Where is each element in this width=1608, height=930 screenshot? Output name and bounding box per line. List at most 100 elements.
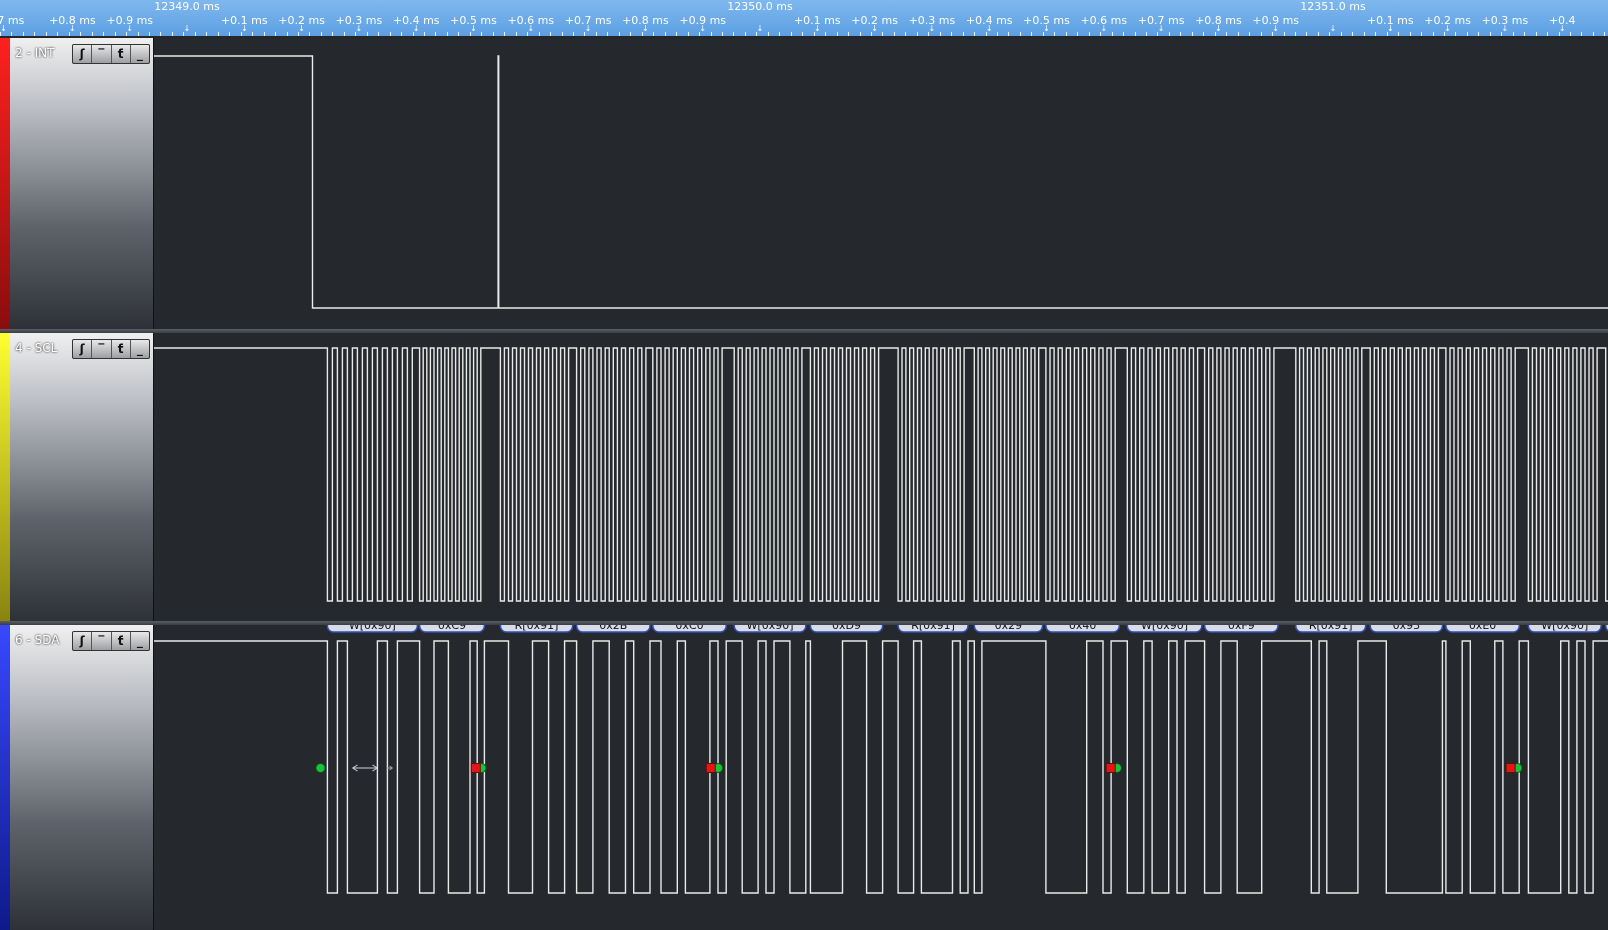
ruler-tick-arrow-icon: ↓ bbox=[1272, 24, 1280, 33]
ruler-minor-tick bbox=[893, 32, 895, 36]
ruler-tick-arrow-icon: ↓ bbox=[1215, 24, 1222, 33]
waveform-area-scl[interactable] bbox=[154, 333, 1608, 621]
decoded-frame-pill[interactable]: 0xC9 bbox=[418, 625, 486, 633]
ruler-minor-tick bbox=[1019, 32, 1021, 36]
trigger-selector: ʃ ‾ ƭ _ bbox=[72, 339, 150, 359]
ruler-minor-tick bbox=[1432, 32, 1434, 36]
ruler-minor-tick bbox=[1443, 32, 1445, 36]
decoded-frame-pill[interactable]: 0xD9 bbox=[809, 625, 884, 633]
decoded-frame-pill[interactable]: R[0x91] bbox=[499, 625, 574, 633]
decoded-frame-pill[interactable]: W[0x90] bbox=[733, 625, 807, 633]
falling-edge-trigger-icon[interactable]: ƭ bbox=[112, 340, 131, 358]
ruler-minor-tick bbox=[229, 32, 231, 36]
decoded-frame-pill[interactable]: 0x29 bbox=[973, 625, 1044, 633]
ruler-minor-tick bbox=[1077, 32, 1079, 36]
ruler-minor-tick bbox=[1283, 32, 1285, 36]
decoded-frame-pill[interactable]: W[0x90] bbox=[1126, 625, 1203, 633]
ruler-minor-tick bbox=[206, 32, 208, 36]
decoded-frame-pill[interactable]: W[0x90] bbox=[1527, 625, 1602, 633]
ruler-minor-tick bbox=[664, 32, 666, 36]
ruler-minor-tick bbox=[435, 32, 437, 36]
ruler-minor-tick bbox=[527, 32, 529, 36]
ruler-minor-tick bbox=[561, 32, 563, 36]
ruler-minor-tick bbox=[550, 32, 552, 36]
ruler-minor-tick bbox=[1570, 32, 1572, 36]
ruler-minor-tick bbox=[1088, 32, 1090, 36]
high-level-trigger-icon[interactable]: ‾ bbox=[92, 632, 112, 650]
rising-edge-trigger-icon[interactable]: ʃ bbox=[73, 45, 93, 63]
ruler-minor-tick bbox=[813, 32, 815, 36]
ruler-minor-tick bbox=[1272, 32, 1274, 36]
low-level-trigger-icon[interactable]: _ bbox=[131, 45, 149, 63]
rising-edge-trigger-icon[interactable]: ʃ bbox=[73, 340, 93, 358]
decoded-frame-label: 0x93 bbox=[1393, 625, 1421, 632]
high-level-trigger-icon[interactable]: ‾ bbox=[92, 45, 112, 63]
ruler-minor-tick bbox=[584, 32, 586, 36]
ruler-minor-tick bbox=[1226, 32, 1228, 36]
ruler-tick-arrow-icon: ↓ bbox=[985, 24, 993, 33]
falling-edge-trigger-icon[interactable]: ƭ bbox=[112, 45, 131, 63]
ruler-minor-tick bbox=[630, 32, 632, 36]
ruler-minor-tick bbox=[1191, 32, 1193, 36]
ruler-minor-tick bbox=[1535, 32, 1537, 36]
ruler-major-label: 12350.0 ms bbox=[727, 0, 793, 13]
ruler-minor-tick bbox=[424, 32, 426, 36]
ruler-tick-arrow-icon: ↓ bbox=[355, 24, 363, 33]
ruler-minor-tick bbox=[1547, 32, 1549, 36]
ruler-minor-tick bbox=[1352, 32, 1354, 36]
decoded-frame-pill[interactable]: 0x93 bbox=[1369, 625, 1444, 633]
ruler-minor-tick bbox=[68, 32, 70, 36]
ruler-minor-tick bbox=[1031, 32, 1033, 36]
low-level-trigger-icon[interactable]: _ bbox=[131, 340, 149, 358]
ruler-minor-tick bbox=[1100, 32, 1102, 36]
ruler-minor-tick bbox=[939, 32, 941, 36]
rising-edge-trigger-icon[interactable]: ʃ bbox=[73, 632, 93, 650]
ruler-minor-tick bbox=[756, 32, 758, 36]
ruler-tick-arrow-icon: ↓ bbox=[1558, 24, 1566, 33]
ruler-minor-tick bbox=[137, 32, 139, 36]
ruler-tick-arrow-icon: ↓ bbox=[1157, 24, 1165, 33]
decoded-frame-label: 0xE0 bbox=[1469, 625, 1496, 632]
decoded-frame-pill[interactable]: 0x40 bbox=[1045, 625, 1121, 633]
time-ruler[interactable]: 12349.0 ms↓12350.0 ms↓12351.0 ms↓-0.7 ms… bbox=[0, 0, 1608, 36]
scl-waveform bbox=[154, 347, 1608, 602]
low-level-trigger-icon[interactable]: _ bbox=[131, 632, 149, 650]
channel-name: 2 - INT bbox=[15, 46, 55, 60]
sda-waveform: W[0x90] 0xC9 R[0x91] 0x2B 0xC0 W[0x90] 0xD9 R[0… bbox=[154, 625, 1608, 894]
decoded-frame-pill[interactable]: R[0x91] bbox=[1295, 625, 1367, 633]
decoded-frame-pill[interactable]: W[0x90] bbox=[326, 625, 419, 633]
ruler-minor-tick bbox=[721, 32, 723, 36]
ruler-minor-tick bbox=[1558, 32, 1560, 36]
ruler-major-arrow-icon: ↓ bbox=[183, 24, 191, 33]
waveform-area-int[interactable] bbox=[154, 38, 1608, 329]
ruler-minor-tick bbox=[80, 32, 82, 36]
ruler-minor-tick bbox=[263, 32, 265, 36]
ruler-minor-tick bbox=[1489, 32, 1491, 36]
waveform-area-sda[interactable]: W[0x90] 0xC9 R[0x91] 0x2B 0xC0 W[0x90] 0xD9 R[0… bbox=[154, 625, 1608, 930]
channel-color-strip bbox=[0, 38, 10, 329]
ruler-major-arrow-icon: ↓ bbox=[1329, 24, 1337, 33]
ruler-minor-tick bbox=[458, 32, 460, 36]
ruler-minor-tick bbox=[1592, 32, 1594, 36]
decoded-frame-label: 0x2B bbox=[599, 625, 627, 632]
decoded-frame-label: 0xF9 bbox=[1228, 625, 1255, 632]
ruler-minor-tick bbox=[1363, 32, 1365, 36]
decoded-frame-pill[interactable]: R[0x91] bbox=[897, 625, 969, 633]
decoded-frame-pill[interactable]: 0xE0 bbox=[1445, 625, 1520, 633]
ruler-tick-arrow-icon: ↓ bbox=[126, 24, 134, 33]
decoded-frame-pill[interactable]: 0xF9 bbox=[1203, 625, 1279, 633]
ruler-minor-tick bbox=[1375, 32, 1377, 36]
ruler-tick-arrow-icon: ↓ bbox=[813, 24, 821, 33]
ruler-minor-tick bbox=[687, 32, 689, 36]
falling-edge-trigger-icon[interactable]: ƭ bbox=[112, 632, 131, 650]
ruler-minor-tick bbox=[1386, 32, 1388, 36]
decoded-frame-pill[interactable]: 0xC0 bbox=[652, 625, 727, 633]
high-level-trigger-icon[interactable]: ‾ bbox=[92, 340, 112, 358]
i2c-stop-marker bbox=[705, 763, 716, 773]
ruler-minor-tick bbox=[412, 32, 414, 36]
ruler-minor-tick bbox=[779, 32, 781, 36]
ruler-minor-tick bbox=[1409, 32, 1411, 36]
decoded-frame-pill[interactable]: 0x2B bbox=[575, 625, 651, 633]
ruler-minor-tick bbox=[1134, 32, 1136, 36]
decoded-frame-label: 0xC9 bbox=[438, 625, 466, 632]
